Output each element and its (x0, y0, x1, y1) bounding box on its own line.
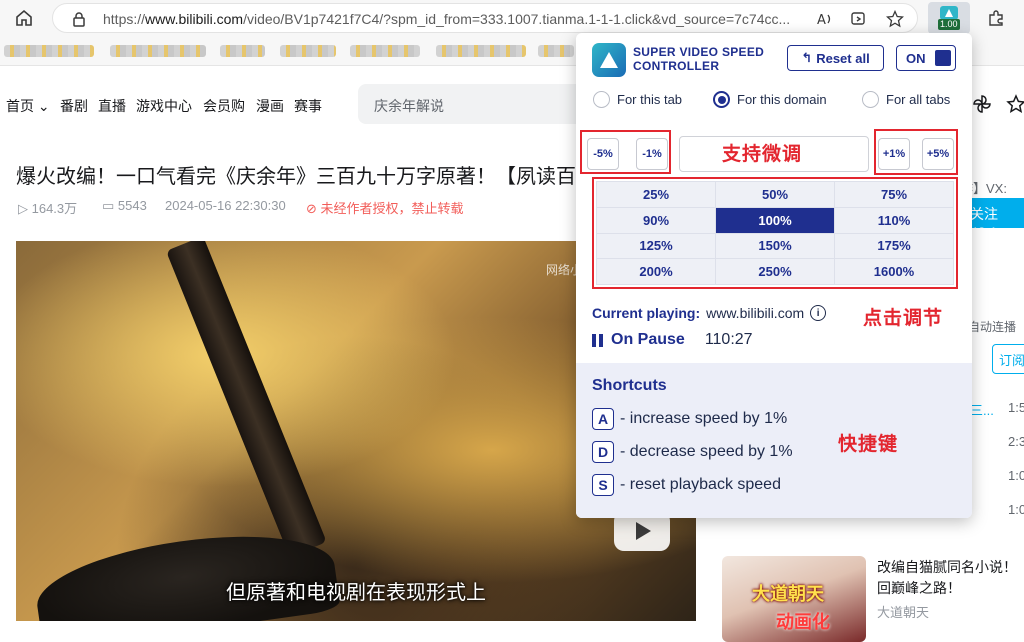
playlist-item-title[interactable]: 三... (970, 400, 994, 419)
preset-175[interactable]: 175% (835, 233, 953, 259)
nav-game-center[interactable]: 游戏中心 (136, 96, 192, 116)
preset-150[interactable]: 150% (716, 233, 834, 259)
shortcut-reset: S - reset playback speed (592, 474, 781, 496)
annotation-fine-tune: 支持微调 (722, 144, 803, 165)
lock-icon[interactable] (67, 7, 91, 31)
nav-live[interactable]: 直播 (98, 96, 126, 116)
preset-110[interactable]: 110% (835, 207, 953, 233)
copyright-notice: ⊘ 未经作者授权，禁止转载 (306, 201, 464, 216)
video-subtitle: 但原著和电视剧在表现形式上 (226, 582, 486, 604)
toggle-label: ON (906, 51, 926, 66)
favorite-star-icon[interactable] (883, 7, 907, 31)
speed-preset-grid: 25% 50% 75% 90% 100% 110% 125% 150% 175%… (596, 181, 954, 285)
key-d: D (592, 441, 614, 463)
search-placeholder: 庆余年解说 (374, 98, 444, 114)
increase-1-button[interactable]: +1% (878, 138, 910, 170)
extensions-puzzle-icon[interactable] (984, 6, 1008, 30)
info-icon[interactable]: i (810, 305, 827, 321)
reset-all-button[interactable]: ↰ Reset all (787, 45, 884, 71)
scope-all-tabs[interactable]: For all tabs (862, 91, 950, 108)
preset-1600[interactable]: 1600% (835, 259, 953, 284)
scope-this-domain[interactable]: For this domain (713, 91, 827, 108)
autoplay-label: 自动连播 (968, 320, 1017, 334)
pinwheel-icon[interactable] (970, 92, 994, 116)
view-count: ▷ 164.3万 (18, 201, 78, 216)
bookmark-item[interactable] (110, 45, 206, 57)
bookmark-item[interactable] (538, 45, 574, 57)
radio-icon (862, 91, 879, 108)
shortcuts-title: Shortcuts (592, 377, 667, 394)
recommended-author[interactable]: 大道朝天 (877, 602, 929, 621)
extension-logo-icon (592, 43, 626, 77)
nav-shop[interactable]: 会员购 (203, 96, 245, 116)
playback-time: 110:27 (704, 331, 753, 348)
pause-icon (592, 333, 603, 347)
preset-75[interactable]: 75% (835, 182, 953, 207)
nav-home[interactable]: 首页 ⌄ (6, 96, 50, 116)
nav-esports[interactable]: 赛事 (294, 96, 322, 116)
radio-selected-icon (713, 91, 730, 108)
on-off-toggle[interactable]: ON (896, 45, 956, 71)
home-icon[interactable] (12, 6, 36, 30)
annotation-click-adjust: 点击调节 (863, 308, 944, 329)
playback-status: On Pause 110:27 (592, 331, 753, 349)
toggle-knob (935, 50, 951, 66)
radio-icon (593, 91, 610, 108)
playlist-item-time: 1:0 (1008, 502, 1024, 517)
reset-arrow-icon: ↰ (801, 50, 813, 65)
read-aloud-icon[interactable]: A (813, 7, 837, 31)
nav-manga[interactable]: 漫画 (256, 96, 284, 116)
key-s: S (592, 474, 614, 496)
decrease-1-button[interactable]: -1% (636, 138, 668, 170)
bookmark-item[interactable] (220, 45, 265, 57)
screen: https://www.bilibili.com/video/BV1p7421f… (0, 0, 1024, 642)
thumbnail-title-text: 大道朝天 (752, 584, 824, 604)
decrease-5-button[interactable]: -5% (587, 138, 619, 170)
bookmark-item[interactable] (4, 45, 94, 57)
extension-title: SUPER VIDEO SPEED CONTROLLER (633, 45, 765, 73)
playlist-item-time: 1:0 (1008, 468, 1024, 483)
shortcuts-panel: Shortcuts A - increase speed by 1% D - d… (576, 363, 972, 518)
playlist-item-time: 1:5 (1008, 400, 1024, 415)
shortcut-increase: A - increase speed by 1% (592, 408, 787, 430)
address-bar[interactable]: https://www.bilibili.com/video/BV1p7421f… (52, 3, 918, 33)
nav-anime[interactable]: 番剧 (60, 96, 88, 116)
star-icon[interactable] (1004, 92, 1024, 116)
url-text[interactable]: https://www.bilibili.com/video/BV1p7421f… (103, 11, 803, 27)
browser-toolbar: https://www.bilibili.com/video/BV1p7421f… (0, 0, 1024, 36)
bookmark-item[interactable] (436, 45, 526, 57)
video-frame-sword (166, 241, 327, 557)
preset-90[interactable]: 90% (597, 207, 715, 233)
preset-50[interactable]: 50% (716, 182, 834, 207)
bookmark-item[interactable] (280, 45, 336, 57)
preset-250[interactable]: 250% (716, 259, 834, 284)
increase-5-button[interactable]: +5% (922, 138, 954, 170)
current-playing: Current playing: www.bilibili.com i (592, 305, 827, 321)
thumbnail-subtitle-text: 动画化 (776, 612, 830, 632)
annotation-hotkeys: 快捷键 (838, 434, 899, 455)
key-a: A (592, 408, 614, 430)
svg-text:A: A (817, 13, 826, 27)
shortcut-decrease: D - decrease speed by 1% (592, 441, 793, 463)
bookmark-item[interactable] (350, 45, 420, 57)
subscribe-button[interactable]: 订阅 (992, 344, 1024, 374)
preset-200[interactable]: 200% (597, 259, 715, 284)
playlist-item-time: 2:3 (1008, 434, 1024, 449)
scope-this-tab[interactable]: For this tab (593, 91, 682, 108)
preset-25[interactable]: 25% (597, 182, 715, 207)
search-input[interactable]: 庆余年解说 (358, 84, 588, 124)
publish-date: 2024-05-16 22:30:30 (165, 198, 286, 213)
preset-125[interactable]: 125% (597, 233, 715, 259)
speed-badge: 1.00 (938, 19, 960, 30)
app-available-icon[interactable] (847, 7, 871, 31)
video-title: 爆火改编！一口气看完《庆余年》三百九十万字原著！【夙读百 (16, 166, 576, 188)
preset-100[interactable]: 100% (716, 207, 834, 233)
recommended-thumbnail[interactable]: 大道朝天 动画化 (722, 556, 866, 642)
recommended-title[interactable]: 改编自猫腻同名小说！回巅峰之路！ (877, 557, 1024, 599)
danmaku-count: ▭ 5543 (102, 198, 147, 213)
speed-controller-popup: SUPER VIDEO SPEED CONTROLLER ↰ Reset all… (576, 33, 972, 518)
